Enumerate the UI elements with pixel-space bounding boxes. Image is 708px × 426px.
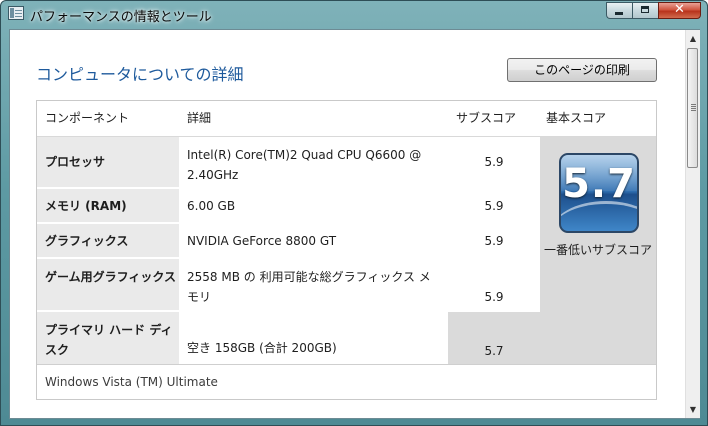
close-button[interactable]: ✕ (658, 2, 701, 19)
table-row: プライマリ ハード ディスク 空き 158GB (合計 200GB) 5.7 (37, 312, 540, 364)
component-name: ゲーム用グラフィックス (37, 259, 179, 310)
base-score-caption: 一番低いサブスコア (544, 243, 653, 257)
subscore-value: 5.9 (448, 189, 540, 222)
details-panel: コンポーネント 詳細 サブスコア 基本スコア プロセッサ Intel(R) Co… (36, 100, 657, 400)
table-row: メモリ (RAM) 6.00 GB 5.9 (37, 189, 540, 222)
scroll-down-arrow-icon[interactable]: ▼ (686, 401, 700, 418)
subscore-value: 5.9 (448, 259, 540, 310)
subscore-value: 5.7 (448, 312, 540, 364)
subscore-value: 5.9 (448, 224, 540, 257)
base-score-badge: 5.7 (559, 153, 639, 233)
footer-divider (37, 364, 656, 365)
component-name: プライマリ ハード ディスク (37, 312, 179, 364)
maximize-icon (641, 6, 649, 13)
table-row: グラフィックス NVIDIA GeForce 8800 GT 5.9 (37, 224, 540, 257)
page-title: コンピュータについての詳細 (36, 65, 244, 84)
header-subscore: サブスコア (456, 111, 517, 125)
table-row: ゲーム用グラフィックス 2558 MB の 利用可能な総グラフィックス メモリ … (37, 259, 540, 310)
maximize-button[interactable] (632, 2, 658, 19)
minimize-button[interactable] (606, 2, 632, 19)
vertical-scrollbar[interactable]: ▲ ▼ (685, 30, 700, 418)
component-name: プロセッサ (37, 137, 179, 187)
base-score-column: 5.7 一番低いサブスコア (540, 137, 656, 364)
application-window: パフォーマンスの情報とツール ✕ コンピュータについての詳細 このページの印刷 … (0, 0, 708, 426)
subscore-value: 5.9 (448, 137, 540, 187)
title-bar[interactable]: パフォーマンスの情報とツール ✕ (1, 1, 707, 27)
content-area: コンピュータについての詳細 このページの印刷 コンポーネント 詳細 サブスコア … (9, 29, 700, 419)
print-page-button[interactable]: このページの印刷 (507, 58, 657, 82)
scroll-up-arrow-icon[interactable]: ▲ (686, 30, 700, 47)
os-edition: Windows Vista (TM) Ultimate (45, 375, 218, 389)
caption-buttons: ✕ (606, 2, 701, 20)
component-detail: 空き 158GB (合計 200GB) (179, 312, 448, 364)
scroll-thumb[interactable] (687, 48, 698, 168)
header-basescore: 基本スコア (546, 111, 607, 125)
component-detail: NVIDIA GeForce 8800 GT (179, 224, 448, 257)
window-title: パフォーマンスの情報とツール (30, 10, 212, 25)
grip-icon (691, 104, 696, 105)
component-name: グラフィックス (37, 224, 179, 257)
header-component: コンポーネント (45, 111, 130, 125)
component-detail: 6.00 GB (179, 189, 448, 222)
minimize-icon (615, 12, 623, 15)
component-detail: Intel(R) Core(TM)2 Quad CPU Q6600 @ 2.40… (179, 137, 448, 187)
header-detail: 詳細 (187, 111, 212, 125)
app-icon[interactable] (8, 6, 24, 20)
component-name: メモリ (RAM) (37, 189, 179, 222)
close-icon: ✕ (674, 2, 685, 17)
base-score-value: 5.7 (562, 161, 636, 207)
table-row: プロセッサ Intel(R) Core(TM)2 Quad CPU Q6600 … (37, 137, 540, 187)
component-detail: 2558 MB の 利用可能な総グラフィックス メモリ (179, 259, 448, 310)
